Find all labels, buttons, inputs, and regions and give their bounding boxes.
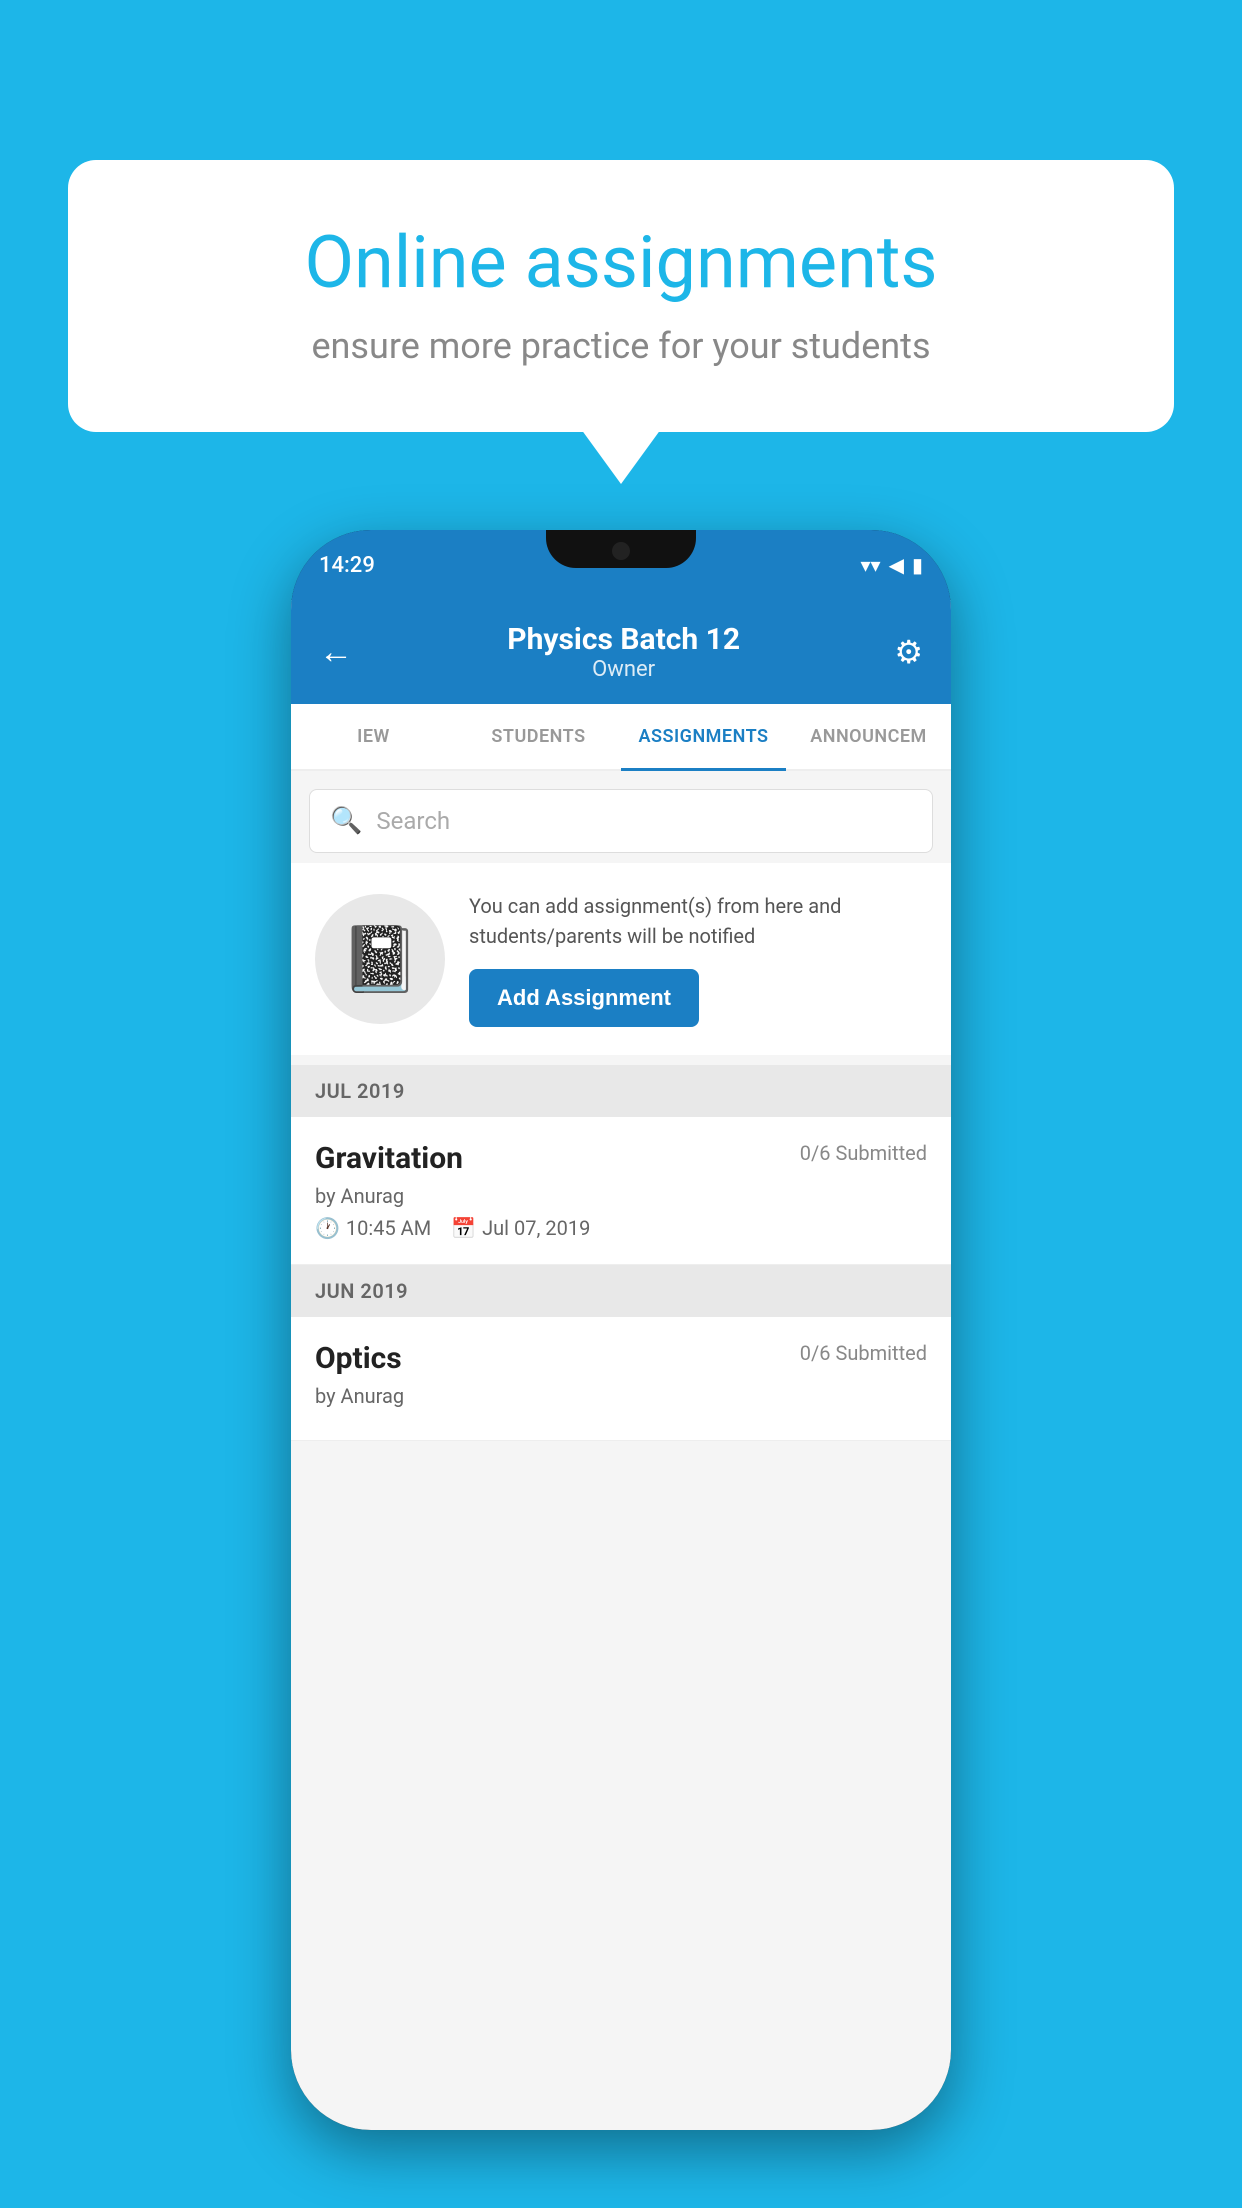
status-time: 14:29 [319, 553, 375, 578]
status-icons: ▾▾ ◀ ▮ [861, 553, 923, 577]
assignment-icon: 📓 [340, 922, 420, 997]
tab-announcements[interactable]: ANNOUNCEM [786, 704, 951, 769]
assignment-author-optics: by Anurag [315, 1384, 927, 1408]
assignment-top: Gravitation 0/6 Submitted [315, 1141, 927, 1176]
assignment-author-gravitation: by Anurag [315, 1184, 927, 1208]
assignment-date-gravitation: 📅 Jul 07, 2019 [451, 1216, 590, 1240]
assignment-name-optics: Optics [315, 1341, 402, 1376]
assignment-meta-gravitation: 🕐 10:45 AM 📅 Jul 07, 2019 [315, 1216, 927, 1240]
app-screen: ← Physics Batch 12 Owner ⚙ IEW STUDENTS … [291, 600, 951, 2130]
promo-card: 📓 You can add assignment(s) from here an… [291, 863, 951, 1055]
speech-bubble-wrapper: Online assignments ensure more practice … [68, 160, 1174, 432]
assignment-optics-top: Optics 0/6 Submitted [315, 1341, 927, 1376]
header-subtitle: Owner [353, 657, 894, 682]
header-center: Physics Batch 12 Owner [353, 622, 894, 682]
tab-assignments[interactable]: ASSIGNMENTS [621, 704, 786, 769]
signal-icon: ◀ [889, 553, 904, 577]
assignment-date-value: Jul 07, 2019 [482, 1216, 590, 1240]
assignment-item-gravitation[interactable]: Gravitation 0/6 Submitted by Anurag 🕐 10… [291, 1117, 951, 1265]
battery-icon: ▮ [912, 553, 923, 577]
section-jun-2019: JUN 2019 [291, 1265, 951, 1317]
promo-icon-circle: 📓 [315, 894, 445, 1024]
wifi-icon: ▾▾ [861, 553, 881, 577]
assignment-submitted-optics: 0/6 Submitted [800, 1341, 927, 1365]
section-jul-2019: JUL 2019 [291, 1065, 951, 1117]
search-placeholder: Search [376, 807, 450, 835]
header-title: Physics Batch 12 [353, 622, 894, 657]
app-header: ← Physics Batch 12 Owner ⚙ [291, 600, 951, 704]
bubble-subtitle: ensure more practice for your students [138, 325, 1104, 367]
promo-content: You can add assignment(s) from here and … [469, 891, 927, 1027]
tab-students[interactable]: STUDENTS [456, 704, 621, 769]
add-assignment-button[interactable]: Add Assignment [469, 969, 699, 1027]
assignment-time-value: 10:45 AM [346, 1216, 431, 1240]
settings-button[interactable]: ⚙ [894, 633, 923, 671]
assignment-time-gravitation: 🕐 10:45 AM [315, 1216, 431, 1240]
promo-text: You can add assignment(s) from here and … [469, 891, 927, 951]
tabs-bar: IEW STUDENTS ASSIGNMENTS ANNOUNCEM [291, 704, 951, 771]
camera-notch [612, 542, 630, 560]
search-bar[interactable]: 🔍 Search [309, 789, 933, 853]
assignment-name-gravitation: Gravitation [315, 1141, 463, 1176]
back-button[interactable]: ← [319, 632, 353, 672]
phone-wrapper: 14:29 ▾▾ ◀ ▮ ← Physics Batch 12 Owner ⚙ [68, 530, 1174, 2178]
assignment-submitted-gravitation: 0/6 Submitted [800, 1141, 927, 1165]
search-icon: 🔍 [330, 806, 362, 836]
phone-notch [546, 530, 696, 568]
assignment-item-optics[interactable]: Optics 0/6 Submitted by Anurag [291, 1317, 951, 1441]
clock-icon: 🕐 [315, 1216, 340, 1240]
tab-iew[interactable]: IEW [291, 704, 456, 769]
speech-bubble: Online assignments ensure more practice … [68, 160, 1174, 432]
bubble-title: Online assignments [138, 220, 1104, 305]
phone-device: 14:29 ▾▾ ◀ ▮ ← Physics Batch 12 Owner ⚙ [291, 530, 951, 2130]
calendar-icon: 📅 [451, 1216, 476, 1240]
status-bar: 14:29 ▾▾ ◀ ▮ [291, 530, 951, 600]
